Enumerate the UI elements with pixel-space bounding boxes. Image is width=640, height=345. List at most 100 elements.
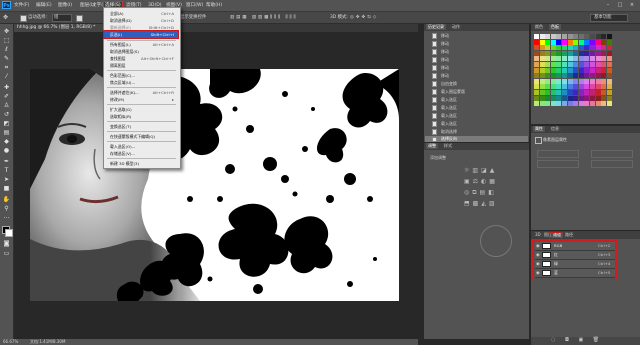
- color-swatch[interactable]: [590, 101, 595, 107]
- color-swatch[interactable]: [567, 95, 573, 101]
- color-swatch[interactable]: [606, 39, 612, 45]
- color-swatch[interactable]: [578, 78, 584, 84]
- color-swatch[interactable]: [595, 67, 601, 73]
- color-swatch[interactable]: [606, 50, 612, 56]
- color-swatch[interactable]: [550, 45, 556, 51]
- color-swatch[interactable]: [567, 90, 573, 95]
- color-swatch[interactable]: [539, 101, 545, 107]
- color-swatch[interactable]: [601, 101, 607, 107]
- history-item[interactable]: 载入选区: [425, 104, 528, 112]
- color-swatch[interactable]: [606, 90, 612, 95]
- color-swatch[interactable]: [539, 73, 545, 79]
- color-swatch[interactable]: [584, 78, 590, 84]
- color-swatch[interactable]: [573, 67, 579, 73]
- color-swatch[interactable]: [567, 62, 573, 67]
- color-swatch[interactable]: [590, 95, 595, 101]
- color-swatch[interactable]: [539, 39, 545, 45]
- color-swatch[interactable]: [545, 50, 551, 56]
- color-swatch[interactable]: [562, 50, 567, 56]
- menu-item-reselect[interactable]: 重新选择(E) Shift+Ctrl+D: [104, 24, 178, 31]
- color-swatch[interactable]: [567, 78, 573, 84]
- zoom-icon[interactable]: ⚲: [2, 205, 11, 213]
- color-swatch[interactable]: [562, 101, 567, 107]
- color-swatch[interactable]: [545, 67, 551, 73]
- color-swatch[interactable]: [578, 84, 584, 90]
- maximize-button[interactable]: □: [614, 1, 626, 9]
- gradient-icon[interactable]: ▤: [2, 129, 11, 137]
- document-canvas[interactable]: [30, 69, 399, 301]
- color-swatch[interactable]: [562, 84, 567, 90]
- tab-actions[interactable]: 动作: [450, 24, 462, 30]
- type-icon[interactable]: T: [2, 167, 11, 175]
- menu-item-modify[interactable]: 修改(M) ▸: [104, 96, 178, 103]
- color-swatch[interactable]: [595, 73, 601, 79]
- color-swatch[interactable]: [595, 62, 601, 67]
- color-swatch[interactable]: [534, 56, 539, 62]
- color-swatch[interactable]: [584, 84, 590, 90]
- menu-window[interactable]: 窗口(W): [186, 2, 203, 10]
- color-swatch[interactable]: [534, 90, 539, 95]
- color-swatch[interactable]: [539, 90, 545, 95]
- color-swatch[interactable]: [606, 101, 612, 107]
- color-swatch[interactable]: [578, 73, 584, 79]
- color-swatch[interactable]: [534, 78, 539, 84]
- color-swatch[interactable]: [550, 39, 556, 45]
- color-swatch[interactable]: [534, 101, 539, 107]
- color-swatch[interactable]: [595, 56, 601, 62]
- history-item[interactable]: 移动: [425, 72, 528, 80]
- color-swatch[interactable]: [545, 62, 551, 67]
- color-swatch[interactable]: [601, 50, 607, 56]
- hand-icon[interactable]: ✋: [2, 196, 11, 204]
- color-swatch[interactable]: [606, 95, 612, 101]
- menu-item-select-all[interactable]: 全部(A) Ctrl+A: [104, 10, 178, 17]
- screen-mode-icon[interactable]: ▭: [2, 250, 11, 258]
- color-swatch[interactable]: [545, 78, 551, 84]
- color-swatch[interactable]: [562, 90, 567, 95]
- color-swatch[interactable]: [595, 95, 601, 101]
- color-swatch[interactable]: [534, 34, 539, 39]
- color-swatch[interactable]: [578, 67, 584, 73]
- color-swatch[interactable]: [584, 50, 590, 56]
- color-swatch[interactable]: [578, 50, 584, 56]
- menu-file[interactable]: 文件(F): [14, 2, 29, 10]
- color-swatch[interactable]: [556, 34, 562, 39]
- color-swatch[interactable]: [606, 84, 612, 90]
- color-swatch[interactable]: [573, 45, 579, 51]
- color-swatch[interactable]: [539, 78, 545, 84]
- menu-item-isolate-layers[interactable]: 隔离图层: [104, 62, 178, 69]
- menu-item-save-selection[interactable]: 存储选区(V)...: [104, 150, 178, 157]
- color-swatch[interactable]: [584, 62, 590, 67]
- color-swatch[interactable]: [590, 62, 595, 67]
- dodge-icon[interactable]: ●: [2, 147, 11, 155]
- close-button[interactable]: ×: [626, 1, 638, 9]
- color-swatch[interactable]: [534, 73, 539, 79]
- menu-item-quick-mask[interactable]: 在快速蒙版模式下编辑(Q): [104, 133, 178, 140]
- history-item[interactable]: 移动: [425, 32, 528, 40]
- color-swatch[interactable]: [545, 39, 551, 45]
- color-swatch[interactable]: [550, 101, 556, 107]
- color-swatch[interactable]: [601, 67, 607, 73]
- color-swatch[interactable]: [601, 84, 607, 90]
- color-swatch[interactable]: [545, 95, 551, 101]
- zoom-level[interactable]: 66.67%: [3, 339, 18, 345]
- color-swatch[interactable]: [584, 45, 590, 51]
- history-item[interactable]: 载入选区: [425, 112, 528, 120]
- color-swatch[interactable]: [578, 56, 584, 62]
- brush-icon[interactable]: ✐: [2, 93, 11, 101]
- 3d-mode-icons[interactable]: ◎✥✥⇆◇: [350, 14, 378, 21]
- color-swatch[interactable]: [601, 34, 607, 39]
- background-color-swatch[interactable]: [5, 229, 13, 237]
- history-item-selected[interactable]: 选择反向: [425, 136, 528, 142]
- color-swatch[interactable]: [556, 73, 562, 79]
- color-swatch[interactable]: [601, 78, 607, 84]
- color-swatch[interactable]: [534, 84, 539, 90]
- color-swatch[interactable]: [573, 84, 579, 90]
- color-swatch[interactable]: [567, 34, 573, 39]
- menu-item-inverse[interactable]: 反选(I) Shift+Ctrl+I: [103, 30, 179, 39]
- color-swatch[interactable]: [545, 56, 551, 62]
- color-swatch[interactable]: [556, 90, 562, 95]
- color-swatch[interactable]: [590, 56, 595, 62]
- lasso-icon[interactable]: ℓ: [2, 46, 11, 54]
- color-swatch[interactable]: [606, 67, 612, 73]
- tab-info[interactable]: 信息: [549, 126, 561, 132]
